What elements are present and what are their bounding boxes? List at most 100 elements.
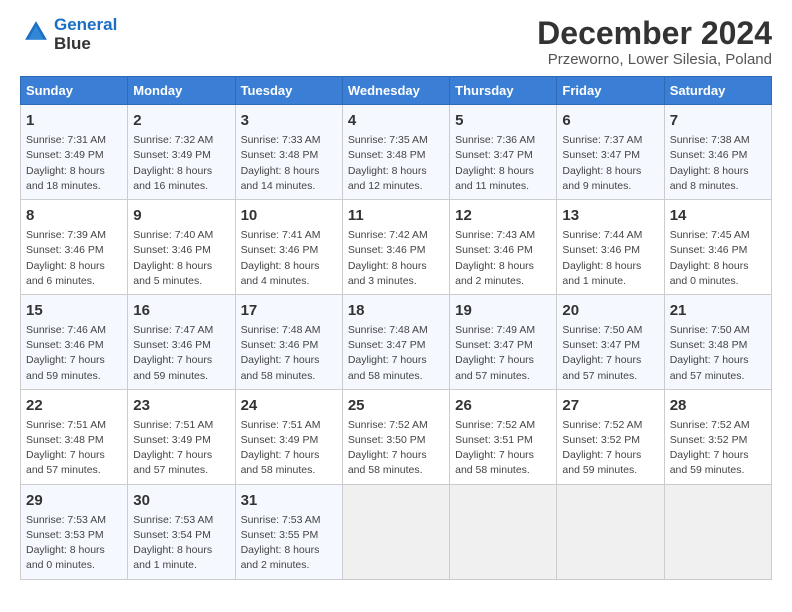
day-info: Sunrise: 7:53 AMSunset: 3:53 PMDaylight:… <box>26 513 122 574</box>
day-number: 23 <box>133 395 229 416</box>
day-number: 22 <box>26 395 122 416</box>
calendar-cell <box>342 484 449 579</box>
day-number: 25 <box>348 395 444 416</box>
subtitle: Przeworno, Lower Silesia, Poland <box>537 51 772 68</box>
calendar-cell: 25Sunrise: 7:52 AMSunset: 3:50 PMDayligh… <box>342 389 449 484</box>
day-number: 27 <box>562 395 658 416</box>
calendar-cell: 8Sunrise: 7:39 AMSunset: 3:46 PMDaylight… <box>21 200 128 295</box>
calendar-cell: 23Sunrise: 7:51 AMSunset: 3:49 PMDayligh… <box>128 389 235 484</box>
week-row-2: 8Sunrise: 7:39 AMSunset: 3:46 PMDaylight… <box>21 200 772 295</box>
day-header-tuesday: Tuesday <box>235 77 342 105</box>
day-info: Sunrise: 7:52 AMSunset: 3:52 PMDaylight:… <box>670 418 766 479</box>
day-info: Sunrise: 7:42 AMSunset: 3:46 PMDaylight:… <box>348 228 444 289</box>
day-number: 10 <box>241 205 337 226</box>
day-info: Sunrise: 7:50 AMSunset: 3:47 PMDaylight:… <box>562 323 658 384</box>
calendar-cell: 26Sunrise: 7:52 AMSunset: 3:51 PMDayligh… <box>450 389 557 484</box>
logo-icon <box>22 18 50 46</box>
day-header-wednesday: Wednesday <box>342 77 449 105</box>
day-info: Sunrise: 7:48 AMSunset: 3:46 PMDaylight:… <box>241 323 337 384</box>
day-info: Sunrise: 7:31 AMSunset: 3:49 PMDaylight:… <box>26 133 122 194</box>
day-header-monday: Monday <box>128 77 235 105</box>
day-number: 3 <box>241 110 337 131</box>
day-info: Sunrise: 7:45 AMSunset: 3:46 PMDaylight:… <box>670 228 766 289</box>
day-number: 21 <box>670 300 766 321</box>
calendar-cell <box>664 484 771 579</box>
calendar-cell: 15Sunrise: 7:46 AMSunset: 3:46 PMDayligh… <box>21 294 128 389</box>
day-header-sunday: Sunday <box>21 77 128 105</box>
calendar-cell: 9Sunrise: 7:40 AMSunset: 3:46 PMDaylight… <box>128 200 235 295</box>
logo-line2: Blue <box>54 34 91 53</box>
day-number: 29 <box>26 490 122 511</box>
day-number: 4 <box>348 110 444 131</box>
day-info: Sunrise: 7:41 AMSunset: 3:46 PMDaylight:… <box>241 228 337 289</box>
day-number: 24 <box>241 395 337 416</box>
day-number: 19 <box>455 300 551 321</box>
day-number: 7 <box>670 110 766 131</box>
week-row-1: 1Sunrise: 7:31 AMSunset: 3:49 PMDaylight… <box>21 105 772 200</box>
calendar-cell: 5Sunrise: 7:36 AMSunset: 3:47 PMDaylight… <box>450 105 557 200</box>
calendar-cell: 16Sunrise: 7:47 AMSunset: 3:46 PMDayligh… <box>128 294 235 389</box>
calendar-cell <box>557 484 664 579</box>
day-number: 16 <box>133 300 229 321</box>
day-header-saturday: Saturday <box>664 77 771 105</box>
calendar-cell: 4Sunrise: 7:35 AMSunset: 3:48 PMDaylight… <box>342 105 449 200</box>
day-info: Sunrise: 7:37 AMSunset: 3:47 PMDaylight:… <box>562 133 658 194</box>
title-area: December 2024 Przeworno, Lower Silesia, … <box>537 16 772 68</box>
day-info: Sunrise: 7:33 AMSunset: 3:48 PMDaylight:… <box>241 133 337 194</box>
calendar-cell: 21Sunrise: 7:50 AMSunset: 3:48 PMDayligh… <box>664 294 771 389</box>
day-info: Sunrise: 7:47 AMSunset: 3:46 PMDaylight:… <box>133 323 229 384</box>
day-number: 14 <box>670 205 766 226</box>
day-number: 26 <box>455 395 551 416</box>
day-header-friday: Friday <box>557 77 664 105</box>
calendar-cell: 11Sunrise: 7:42 AMSunset: 3:46 PMDayligh… <box>342 200 449 295</box>
day-number: 8 <box>26 205 122 226</box>
day-info: Sunrise: 7:39 AMSunset: 3:46 PMDaylight:… <box>26 228 122 289</box>
day-info: Sunrise: 7:44 AMSunset: 3:46 PMDaylight:… <box>562 228 658 289</box>
day-number: 2 <box>133 110 229 131</box>
day-number: 31 <box>241 490 337 511</box>
calendar-cell: 12Sunrise: 7:43 AMSunset: 3:46 PMDayligh… <box>450 200 557 295</box>
day-info: Sunrise: 7:38 AMSunset: 3:46 PMDaylight:… <box>670 133 766 194</box>
week-row-4: 22Sunrise: 7:51 AMSunset: 3:48 PMDayligh… <box>21 389 772 484</box>
day-info: Sunrise: 7:51 AMSunset: 3:48 PMDaylight:… <box>26 418 122 479</box>
day-info: Sunrise: 7:40 AMSunset: 3:46 PMDaylight:… <box>133 228 229 289</box>
day-info: Sunrise: 7:50 AMSunset: 3:48 PMDaylight:… <box>670 323 766 384</box>
day-number: 11 <box>348 205 444 226</box>
calendar-cell: 14Sunrise: 7:45 AMSunset: 3:46 PMDayligh… <box>664 200 771 295</box>
header: General Blue December 2024 Przeworno, Lo… <box>20 16 772 68</box>
calendar-cell: 30Sunrise: 7:53 AMSunset: 3:54 PMDayligh… <box>128 484 235 579</box>
calendar-table: SundayMondayTuesdayWednesdayThursdayFrid… <box>20 76 772 579</box>
day-info: Sunrise: 7:49 AMSunset: 3:47 PMDaylight:… <box>455 323 551 384</box>
calendar-cell: 7Sunrise: 7:38 AMSunset: 3:46 PMDaylight… <box>664 105 771 200</box>
days-header-row: SundayMondayTuesdayWednesdayThursdayFrid… <box>21 77 772 105</box>
day-number: 6 <box>562 110 658 131</box>
day-info: Sunrise: 7:32 AMSunset: 3:49 PMDaylight:… <box>133 133 229 194</box>
day-info: Sunrise: 7:43 AMSunset: 3:46 PMDaylight:… <box>455 228 551 289</box>
day-number: 30 <box>133 490 229 511</box>
day-info: Sunrise: 7:53 AMSunset: 3:54 PMDaylight:… <box>133 513 229 574</box>
day-info: Sunrise: 7:51 AMSunset: 3:49 PMDaylight:… <box>133 418 229 479</box>
calendar-cell: 10Sunrise: 7:41 AMSunset: 3:46 PMDayligh… <box>235 200 342 295</box>
logo-line1: General <box>54 15 117 34</box>
calendar-cell: 17Sunrise: 7:48 AMSunset: 3:46 PMDayligh… <box>235 294 342 389</box>
day-number: 17 <box>241 300 337 321</box>
calendar-cell: 29Sunrise: 7:53 AMSunset: 3:53 PMDayligh… <box>21 484 128 579</box>
day-info: Sunrise: 7:46 AMSunset: 3:46 PMDaylight:… <box>26 323 122 384</box>
day-info: Sunrise: 7:36 AMSunset: 3:47 PMDaylight:… <box>455 133 551 194</box>
calendar-cell <box>450 484 557 579</box>
day-number: 20 <box>562 300 658 321</box>
logo: General Blue <box>20 16 117 53</box>
day-info: Sunrise: 7:52 AMSunset: 3:51 PMDaylight:… <box>455 418 551 479</box>
calendar-cell: 24Sunrise: 7:51 AMSunset: 3:49 PMDayligh… <box>235 389 342 484</box>
week-row-3: 15Sunrise: 7:46 AMSunset: 3:46 PMDayligh… <box>21 294 772 389</box>
calendar-cell: 2Sunrise: 7:32 AMSunset: 3:49 PMDaylight… <box>128 105 235 200</box>
calendar-cell: 3Sunrise: 7:33 AMSunset: 3:48 PMDaylight… <box>235 105 342 200</box>
day-info: Sunrise: 7:35 AMSunset: 3:48 PMDaylight:… <box>348 133 444 194</box>
day-info: Sunrise: 7:48 AMSunset: 3:47 PMDaylight:… <box>348 323 444 384</box>
day-info: Sunrise: 7:51 AMSunset: 3:49 PMDaylight:… <box>241 418 337 479</box>
calendar-cell: 19Sunrise: 7:49 AMSunset: 3:47 PMDayligh… <box>450 294 557 389</box>
calendar-cell: 28Sunrise: 7:52 AMSunset: 3:52 PMDayligh… <box>664 389 771 484</box>
day-number: 13 <box>562 205 658 226</box>
calendar-cell: 18Sunrise: 7:48 AMSunset: 3:47 PMDayligh… <box>342 294 449 389</box>
day-info: Sunrise: 7:53 AMSunset: 3:55 PMDaylight:… <box>241 513 337 574</box>
